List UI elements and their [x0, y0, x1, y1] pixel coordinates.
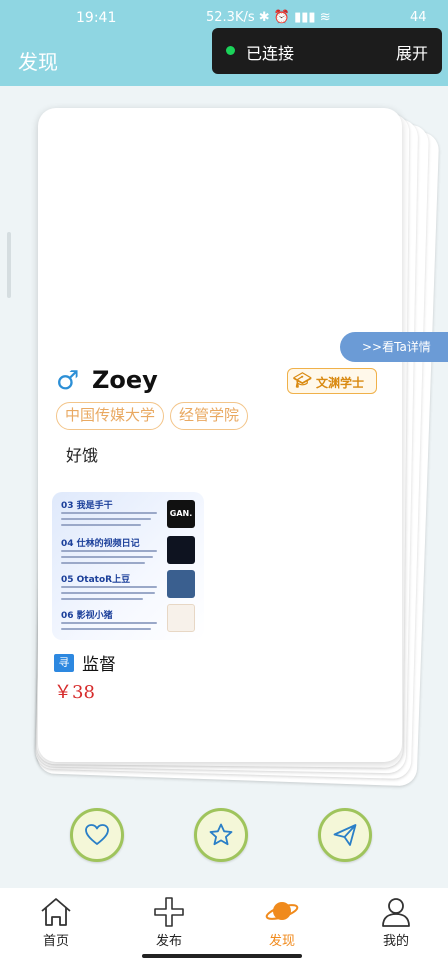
profile-icon	[382, 898, 410, 927]
planet-icon	[265, 902, 299, 920]
gan-logo-image: GAN.	[167, 500, 195, 528]
tag-university: 中国传媒大学	[56, 402, 164, 430]
home-icon	[41, 898, 71, 926]
home-indicator	[142, 954, 302, 958]
nav-item-home[interactable]: 首页	[26, 888, 86, 960]
thumbnail-row: 05 OtatoR上豆	[52, 570, 204, 604]
bottom-nav: 首页 发布 发现 我的	[0, 888, 448, 960]
degree-badge-label: 文渊学士	[316, 376, 365, 390]
page-title: 发现	[18, 50, 58, 74]
graduation-cap-icon: 🎓︎	[293, 371, 313, 389]
service-type-icon: 寻	[54, 654, 74, 672]
battery-level: 44	[410, 10, 427, 25]
service-price: ￥38	[54, 682, 95, 703]
status-time: 19:41	[76, 10, 117, 26]
thumbnail-row: 06 影视小猪	[52, 604, 204, 640]
cartoon-image	[167, 570, 195, 598]
paper-plane-icon	[333, 824, 357, 846]
connection-toast: 已连接 展开	[212, 28, 442, 74]
tag-college: 经管学院	[170, 402, 248, 430]
plus-icon	[154, 897, 184, 927]
nav-item-discover[interactable]: 发现	[252, 888, 312, 960]
user-bio: 好饿	[66, 446, 99, 465]
connection-status: 已连接	[246, 44, 295, 63]
portrait-image	[167, 536, 195, 564]
heart-icon	[85, 824, 109, 845]
degree-badge: 🎓︎ 文渊学士	[287, 368, 377, 394]
male-gender-icon: ♂	[56, 366, 80, 396]
expand-button[interactable]: 展开	[396, 40, 428, 64]
pig-avatar-image	[167, 604, 195, 632]
view-detail-button[interactable]: >>看Ta详情	[340, 332, 448, 362]
service-thumbnail[interactable]: 03 我是手干 GAN. 04 仕林的视频日记 05 OtatoR上豆 06 影…	[52, 492, 204, 640]
connected-dot-icon	[226, 46, 235, 55]
thumbnail-row: 03 我是手干 GAN.	[52, 496, 204, 530]
service-title: 监督	[82, 655, 116, 675]
status-network-speed: 52.3K/s ✱ ⏰ ▮▮▮ ≋	[206, 10, 331, 25]
like-button[interactable]	[70, 808, 124, 862]
nav-item-post[interactable]: 发布	[139, 888, 199, 960]
user-name: Zoey	[92, 366, 158, 394]
side-edge-handle[interactable]	[7, 232, 11, 298]
thumbnail-row: 04 仕林的视频日记	[52, 534, 204, 568]
send-button[interactable]	[318, 808, 372, 862]
star-icon	[209, 823, 233, 846]
nav-item-profile[interactable]: 我的	[366, 888, 426, 960]
favorite-button[interactable]	[194, 808, 248, 862]
